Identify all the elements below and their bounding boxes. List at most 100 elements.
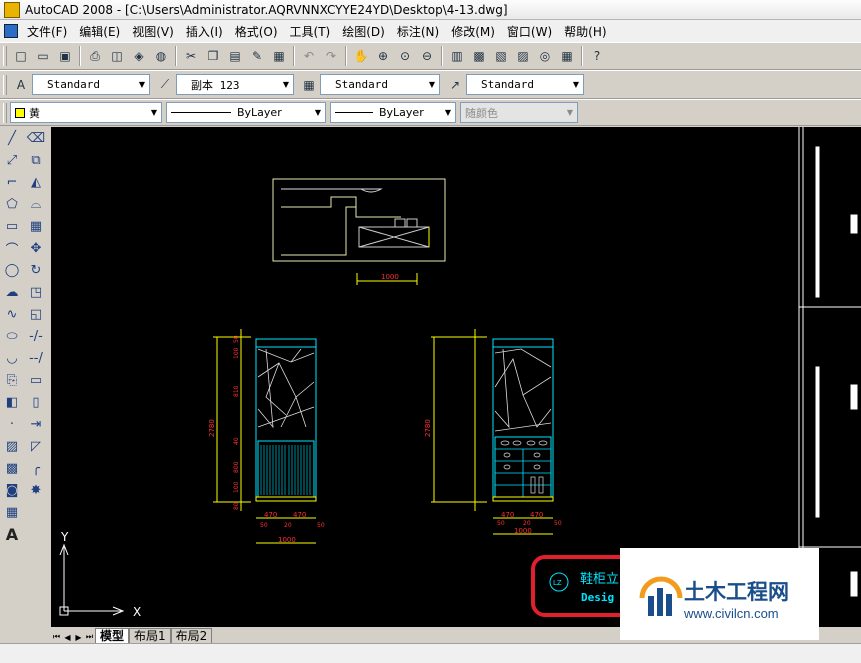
mirror-icon[interactable]: ◭: [26, 172, 46, 192]
tab-model[interactable]: 模型: [95, 628, 130, 643]
menu-modify[interactable]: 修改(M): [445, 23, 501, 40]
rectangle-icon[interactable]: ▭: [2, 216, 22, 236]
linetype-select[interactable]: ByLayer ▼: [166, 102, 326, 123]
prev-tab-icon[interactable]: ◀: [62, 631, 73, 643]
tab-layout1[interactable]: 布局1: [129, 628, 171, 643]
menu-tools[interactable]: 工具(T): [284, 23, 337, 40]
zoom-realtime-icon[interactable]: ⊕: [372, 45, 394, 67]
3d-dwf-icon[interactable]: ◍: [150, 45, 172, 67]
line-icon[interactable]: ╱: [2, 128, 22, 148]
watermark-url: www.civilcn.com: [684, 605, 779, 621]
table-style-icon[interactable]: ▦: [298, 74, 320, 96]
stretch-icon[interactable]: ◱: [26, 304, 46, 324]
hatch-icon[interactable]: ▨: [2, 436, 22, 456]
menu-view[interactable]: 视图(V): [126, 23, 180, 40]
menu-draw[interactable]: 绘图(D): [336, 23, 391, 40]
pan-icon[interactable]: ✋: [350, 45, 372, 67]
toolbar-grip[interactable]: [3, 102, 7, 123]
table-icon[interactable]: ▦: [2, 502, 22, 522]
multiline-text-icon[interactable]: A: [2, 524, 22, 544]
tool-palettes-icon[interactable]: ▧: [490, 45, 512, 67]
menu-insert[interactable]: 插入(I): [180, 23, 229, 40]
gradient-icon[interactable]: ▩: [2, 458, 22, 478]
layer-color-select[interactable]: 黄 ▼: [10, 102, 162, 123]
make-block-icon[interactable]: ◧: [2, 392, 22, 412]
lineweight-select[interactable]: ByLayer ▼: [330, 102, 456, 123]
circle-icon[interactable]: ◯: [2, 260, 22, 280]
move-icon[interactable]: ✥: [26, 238, 46, 258]
menu-help[interactable]: 帮助(H): [558, 23, 612, 40]
rotate-icon[interactable]: ↻: [26, 260, 46, 280]
table-style-select[interactable]: Standard ▼: [320, 74, 440, 95]
copy-icon[interactable]: ❐: [202, 45, 224, 67]
join-icon[interactable]: ⇥: [26, 414, 46, 434]
revision-cloud-icon[interactable]: ☁: [2, 282, 22, 302]
dim-style-select[interactable]: 副本 123 ▼: [176, 74, 294, 95]
left-height-label: 2780: [208, 419, 216, 437]
spline-icon[interactable]: ∿: [2, 304, 22, 324]
multileader-style-select[interactable]: Standard ▼: [466, 74, 584, 95]
next-tab-icon[interactable]: ▶: [73, 631, 84, 643]
dim-style-icon[interactable]: ⟋: [154, 74, 176, 96]
menu-dimension[interactable]: 标注(N): [391, 23, 445, 40]
publish-icon[interactable]: ◈: [128, 45, 150, 67]
match-properties-icon[interactable]: ✎: [246, 45, 268, 67]
menu-format[interactable]: 格式(O): [229, 23, 284, 40]
toolbar-grip[interactable]: [3, 74, 7, 95]
sheet-set-icon[interactable]: ▨: [512, 45, 534, 67]
open-icon[interactable]: ▭: [32, 45, 54, 67]
first-tab-icon[interactable]: ⏮: [51, 631, 62, 643]
erase-icon[interactable]: ⌫: [26, 128, 46, 148]
ellipse-arc-icon[interactable]: ◡: [2, 348, 22, 368]
redo-icon[interactable]: ↷: [320, 45, 342, 67]
text-style-icon[interactable]: A: [10, 74, 32, 96]
trim-icon[interactable]: -/-: [26, 326, 46, 346]
scale-icon[interactable]: ◳: [26, 282, 46, 302]
fillet-icon[interactable]: ╭: [26, 458, 46, 478]
ellipse-icon[interactable]: ⬭: [2, 326, 22, 346]
zoom-window-icon[interactable]: ⊙: [394, 45, 416, 67]
new-icon[interactable]: □: [10, 45, 32, 67]
cut-icon[interactable]: ✂: [180, 45, 202, 67]
text-style-select[interactable]: Standard ▼: [32, 74, 150, 95]
paste-icon[interactable]: ▤: [224, 45, 246, 67]
array-icon[interactable]: ▦: [26, 216, 46, 236]
multileader-style-icon[interactable]: ↗: [444, 74, 466, 96]
design-center-icon[interactable]: ▩: [468, 45, 490, 67]
polygon-icon[interactable]: ⬠: [2, 194, 22, 214]
menu-window[interactable]: 窗口(W): [501, 23, 558, 40]
right-elevation: [492, 338, 554, 502]
toolbar-grip[interactable]: [3, 46, 7, 66]
copy-object-icon[interactable]: ⧉: [26, 150, 46, 170]
explode-icon[interactable]: ✸: [26, 480, 46, 500]
break-at-point-icon[interactable]: ▭: [26, 370, 46, 390]
arc-icon[interactable]: ⌒: [2, 238, 22, 258]
point-icon[interactable]: ·: [2, 414, 22, 434]
menu-file[interactable]: 文件(F): [21, 23, 73, 40]
extend-icon[interactable]: --/: [26, 348, 46, 368]
break-icon[interactable]: ▯: [26, 392, 46, 412]
zoom-previous-icon[interactable]: ⊖: [416, 45, 438, 67]
plot-preview-icon[interactable]: ◫: [106, 45, 128, 67]
command-line-area[interactable]: [0, 643, 861, 663]
block-editor-icon[interactable]: ▦: [268, 45, 290, 67]
offset-icon[interactable]: ⌓: [26, 194, 46, 214]
save-icon[interactable]: ▣: [54, 45, 76, 67]
document-icon[interactable]: [4, 24, 18, 38]
insert-block-icon[interactable]: ⎘: [2, 370, 22, 390]
plot-icon[interactable]: ⎙: [84, 45, 106, 67]
menu-edit[interactable]: 编辑(E): [73, 23, 126, 40]
construction-line-icon[interactable]: ⤢: [2, 150, 22, 170]
markup-icon[interactable]: ◎: [534, 45, 556, 67]
region-icon[interactable]: ◙: [2, 480, 22, 500]
calculator-icon[interactable]: ▦: [556, 45, 578, 67]
properties-icon[interactable]: ▥: [446, 45, 468, 67]
tab-layout2[interactable]: 布局2: [170, 628, 213, 643]
last-tab-icon[interactable]: ⏭: [84, 631, 95, 643]
ucs-y-label: Y: [60, 530, 69, 544]
help-icon[interactable]: ?: [586, 45, 608, 67]
chamfer-icon[interactable]: ◸: [26, 436, 46, 456]
undo-icon[interactable]: ↶: [298, 45, 320, 67]
polyline-icon[interactable]: ⌐: [2, 172, 22, 192]
app-icon[interactable]: [4, 1, 20, 18]
